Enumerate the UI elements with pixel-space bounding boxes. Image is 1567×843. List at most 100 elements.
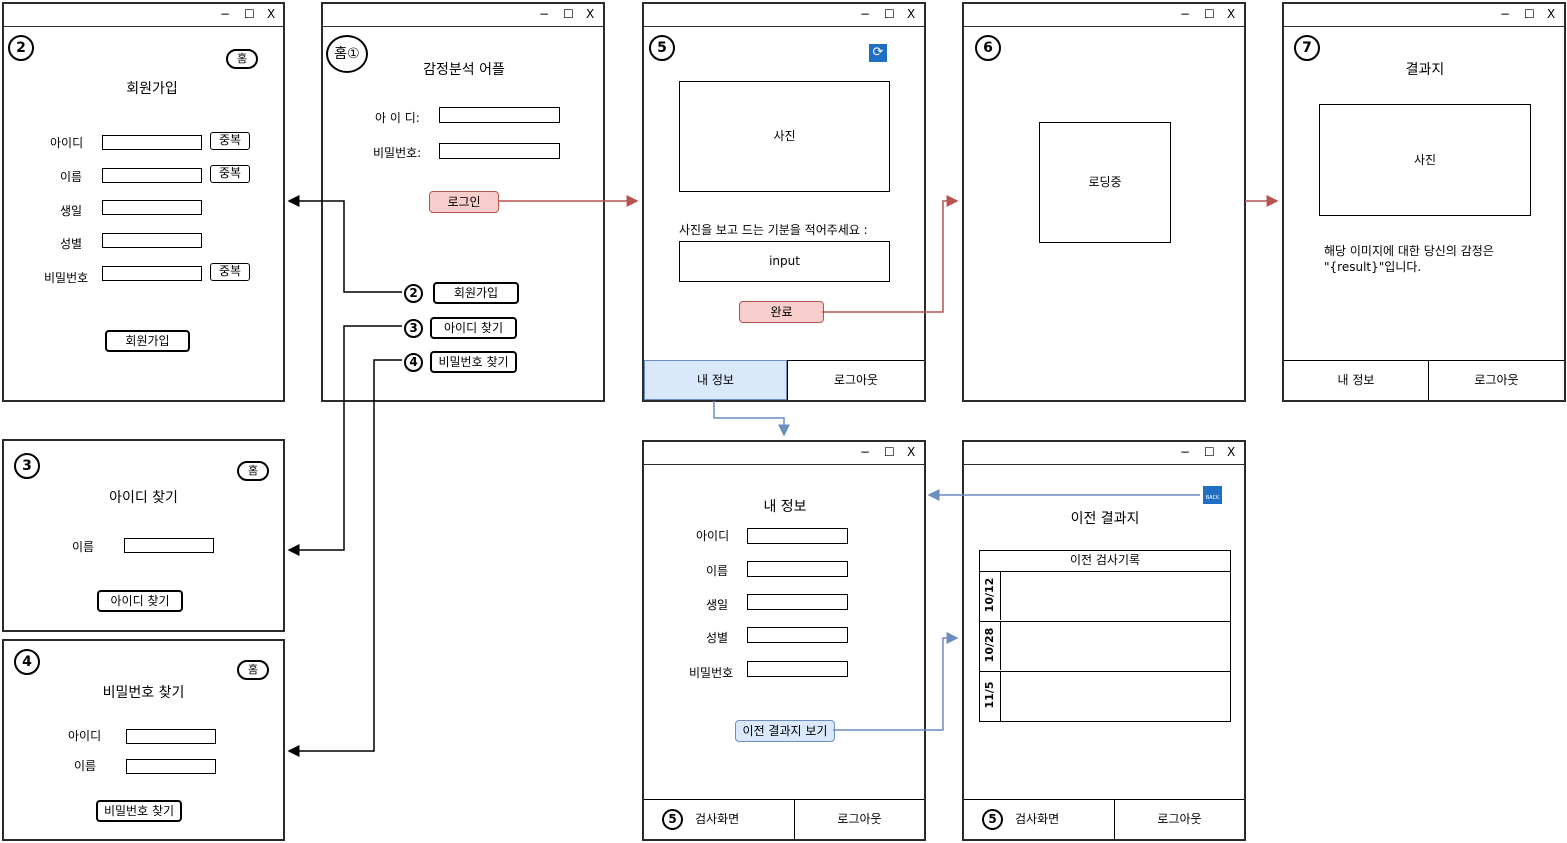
tab-logout[interactable]: 로그아웃: [794, 799, 924, 839]
find-password-window: 4 홈 비밀번호 찾기 아이디 이름 비밀번호 찾기: [2, 639, 285, 841]
gender-field[interactable]: [747, 627, 848, 643]
photo-box: 사진: [679, 81, 890, 192]
table-row[interactable]: 11/5: [980, 671, 1230, 721]
home-button[interactable]: 홈: [237, 660, 269, 680]
tab-my-info[interactable]: 내 정보: [1284, 360, 1428, 400]
table-row[interactable]: 10/28: [980, 621, 1230, 672]
page-title: 내 정보: [763, 499, 807, 515]
maximize-icon[interactable]: ☐: [563, 6, 574, 22]
loading-box: 로딩중: [1039, 122, 1171, 243]
find-id-button[interactable]: 아이디 찾기: [430, 317, 517, 339]
previous-results-window: − ☐ X ⟵ BACK 이전 결과지 이전 검사기록 10/12 10/28 …: [962, 440, 1246, 841]
password-label: 비밀번호:: [373, 146, 422, 160]
maximize-icon[interactable]: ☐: [884, 6, 895, 22]
table-header: 이전 검사기록: [980, 551, 1230, 572]
close-icon[interactable]: X: [907, 444, 915, 460]
maximize-icon[interactable]: ☐: [1204, 6, 1215, 22]
close-icon[interactable]: X: [907, 6, 915, 22]
name-field[interactable]: [747, 561, 848, 577]
name-duplicate-button[interactable]: 중복: [210, 165, 250, 183]
password-label: 비밀번호: [44, 271, 89, 285]
signup-button[interactable]: 회원가입: [433, 282, 519, 304]
find-id-submit-button[interactable]: 아이디 찾기: [97, 590, 183, 612]
screen-number: 5: [649, 35, 675, 61]
close-icon[interactable]: X: [267, 6, 275, 22]
minimize-icon[interactable]: −: [539, 6, 549, 22]
my-info-window: − ☐ X 내 정보 아이디 이름 생일 성별 비밀번호 이전 결과지 보기 5…: [642, 440, 926, 841]
screen-number: 4: [14, 649, 40, 675]
page-title: 회원가입: [126, 81, 178, 97]
photo-box: 사진: [1319, 104, 1531, 216]
refresh-icon[interactable]: ⟳: [869, 44, 887, 62]
close-icon[interactable]: X: [586, 6, 594, 22]
photo-input-window: − ☐ X 5 ⟳ 사진 사진을 보고 드는 기분을 적어주세요 : input…: [642, 2, 926, 402]
name-field[interactable]: [102, 168, 202, 183]
feeling-prompt: 사진을 보고 드는 기분을 적어주세요 :: [679, 223, 868, 237]
password-field[interactable]: [102, 266, 202, 281]
history-table: 이전 검사기록 10/12 10/28 11/5: [979, 550, 1231, 722]
screen-number: 7: [1294, 35, 1320, 61]
id-field[interactable]: [126, 729, 216, 744]
tab-logout[interactable]: 로그아웃: [1428, 360, 1564, 400]
close-icon[interactable]: X: [1547, 6, 1555, 22]
maximize-icon[interactable]: ☐: [1524, 6, 1535, 22]
page-title: 결과지: [1405, 62, 1445, 78]
done-button[interactable]: 완료: [739, 301, 824, 323]
minimize-icon[interactable]: −: [1500, 6, 1510, 22]
name-field[interactable]: [126, 759, 216, 774]
tab-my-info[interactable]: 내 정보: [644, 360, 787, 400]
signup-submit-button[interactable]: 회원가입: [105, 330, 190, 352]
password-field[interactable]: [747, 661, 848, 677]
test-screen-label: 검사화면: [695, 812, 740, 826]
name-label: 이름: [72, 540, 95, 554]
id-field[interactable]: [747, 528, 848, 544]
tab-logout[interactable]: 로그아웃: [787, 360, 924, 400]
maximize-icon[interactable]: ☐: [244, 6, 255, 22]
close-icon[interactable]: X: [1227, 6, 1235, 22]
id-label: 아이디: [696, 529, 730, 543]
id-duplicate-button[interactable]: 중복: [210, 132, 250, 150]
birthday-label: 생일: [706, 598, 729, 612]
birthday-field[interactable]: [747, 594, 848, 610]
minimize-icon[interactable]: −: [220, 6, 230, 22]
gender-field[interactable]: [102, 233, 202, 248]
login-button[interactable]: 로그인: [429, 191, 499, 213]
maximize-icon[interactable]: ☐: [884, 444, 895, 460]
result-window: − ☐ X 7 결과지 사진 해당 이미지에 대한 당신의 감정은 "{resu…: [1282, 2, 1566, 402]
back-icon[interactable]: ⟵ BACK: [1203, 486, 1222, 504]
password-duplicate-button[interactable]: 중복: [210, 263, 250, 281]
find-password-button[interactable]: 비밀번호 찾기: [430, 351, 517, 373]
title-bar: − ☐ X: [323, 4, 603, 27]
tab-logout[interactable]: 로그아웃: [1114, 799, 1244, 839]
tab-test-screen[interactable]: 5 검사화면: [644, 799, 794, 839]
id-field[interactable]: [102, 135, 202, 150]
id-input[interactable]: [439, 107, 560, 123]
find-password-submit-button[interactable]: 비밀번호 찾기: [96, 800, 182, 822]
birthday-field[interactable]: [102, 200, 202, 215]
minimize-icon[interactable]: −: [860, 444, 870, 460]
title-bar: − ☐ X: [644, 442, 924, 465]
name-field[interactable]: [124, 538, 214, 553]
previous-results-button[interactable]: 이전 결과지 보기: [735, 720, 835, 742]
minimize-icon[interactable]: −: [1180, 444, 1190, 460]
password-input[interactable]: [439, 143, 560, 159]
table-row[interactable]: 10/12: [980, 571, 1230, 622]
home-button[interactable]: 홈: [237, 461, 269, 481]
name-label: 이름: [60, 170, 83, 184]
maximize-icon[interactable]: ☐: [1204, 444, 1215, 460]
screen-number: 2: [8, 35, 34, 61]
home-button[interactable]: 홈: [226, 49, 258, 69]
page-title: 비밀번호 찾기: [102, 685, 185, 701]
title-bar: − ☐ X: [964, 442, 1244, 465]
id-label: 아 이 디:: [375, 111, 420, 125]
minimize-icon[interactable]: −: [860, 6, 870, 22]
page-title: 이전 결과지: [1070, 511, 1140, 527]
minimize-icon[interactable]: −: [1180, 6, 1190, 22]
close-icon[interactable]: X: [1227, 444, 1235, 460]
feeling-input[interactable]: input: [679, 241, 890, 282]
page-title: 감정분석 어플: [423, 62, 505, 78]
result-line-2: "{result}"입니다.: [1324, 260, 1422, 274]
id-label: 아이디: [50, 136, 84, 150]
tab-test-screen[interactable]: 5 검사화면: [964, 799, 1114, 839]
screen-number: 6: [975, 35, 1001, 61]
